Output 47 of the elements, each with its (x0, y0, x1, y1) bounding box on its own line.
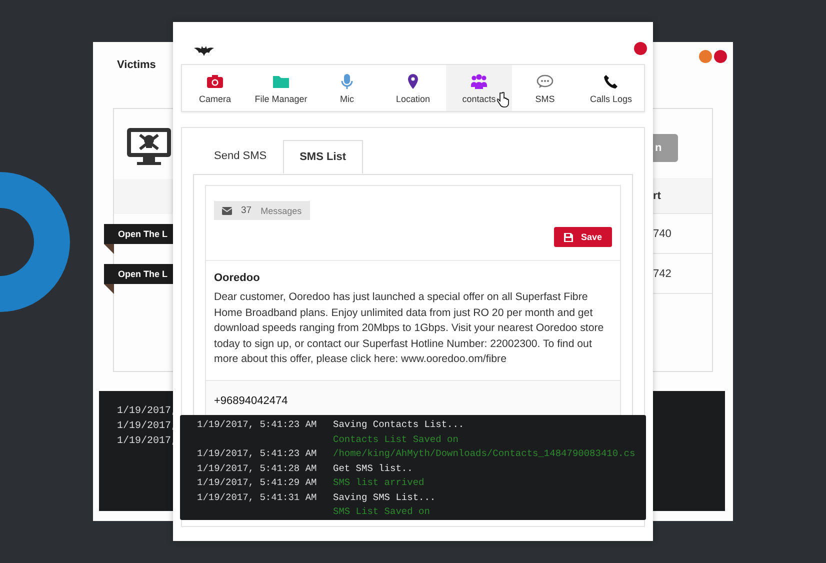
log-timestamp: 1/19/2017, (117, 404, 178, 419)
log-timestamp: 1/19/2017, 5:41:23 AM (197, 447, 318, 461)
log-message: Get SMS list.. (333, 462, 414, 476)
log-message: /home/king/AhMyth/Downloads/Contacts_1484790083410.cs (333, 447, 636, 461)
victims-tab[interactable]: Victims (105, 50, 168, 80)
toolbar-item[interactable]: Location (380, 65, 446, 111)
chat-bubble-icon (536, 72, 554, 90)
phone-icon (602, 72, 620, 90)
log-message: SMS List Saved on (333, 505, 431, 519)
log-message: Saving Contacts List... (333, 418, 466, 432)
log-message: Contacts List Saved on (333, 432, 460, 446)
column-header: rt (653, 178, 712, 214)
message-count: 37 (241, 205, 252, 216)
log-timestamp: 1/19/2017, 5:41:29 AM (197, 476, 318, 490)
message-count-label: Messages (260, 206, 302, 216)
tab[interactable]: SMS List (282, 140, 364, 174)
log-timestamp: 1/19/2017, 5:41:23 AM (197, 418, 318, 432)
toolbar-item[interactable]: File Manager (248, 65, 314, 111)
open-ribbon-button[interactable]: Open The L (104, 264, 173, 284)
open-ribbon-button[interactable]: Open The L (104, 224, 173, 244)
log-timestamp: 1/19/2017, (117, 434, 178, 449)
ribbon-fold (104, 244, 114, 254)
message-text: Dear customer, Ooredoo has just launched a special offer on all Superfast Fibre Home Broadband plans. Enjoy unlimited data from just RO 20 per month and get download speeds ranging from 20Mbps to 1Gbps. Visit your nearest Ooredoo store today to sign up, or contact our Superfast Hotline Number: 22002300. To find out more about this offer, please click here: www.ooredoo.om/fibre (214, 290, 605, 367)
log-message: SMS list arrived (333, 476, 426, 490)
window-control-icon[interactable] (714, 50, 727, 63)
toolbar-item[interactable]: SMS (512, 65, 578, 111)
pointer-cursor-icon (497, 92, 509, 108)
window-control-icon[interactable] (699, 50, 712, 63)
ribbon-fold (104, 284, 114, 294)
tab[interactable]: Send SMS (198, 140, 283, 174)
toolbar-item[interactable]: Mic (314, 65, 380, 111)
message-sender: +96894042474 (214, 394, 289, 406)
camera-icon (206, 72, 224, 90)
log-timestamp: 1/19/2017, (117, 420, 178, 434)
message-sender: Ooredoo (214, 272, 261, 284)
toolbar-item[interactable]: contacts (446, 65, 512, 111)
people-group-icon (470, 72, 488, 90)
skull-monitor-icon (126, 127, 172, 167)
bat-logo-icon (194, 46, 214, 56)
log-timestamp: 1/19/2017, 5:41:31 AM (197, 490, 318, 504)
envelope-icon (222, 206, 232, 214)
log-message: Saving SMS List... (333, 490, 437, 504)
save-button[interactable]: Save (554, 227, 612, 247)
toolbar-item[interactable]: Calls Logs (578, 65, 644, 111)
window-control-icon[interactable] (634, 42, 647, 54)
log-timestamp: 1/19/2017, 5:41:28 AM (197, 462, 318, 476)
toolbar-item[interactable]: Camera (182, 65, 248, 111)
